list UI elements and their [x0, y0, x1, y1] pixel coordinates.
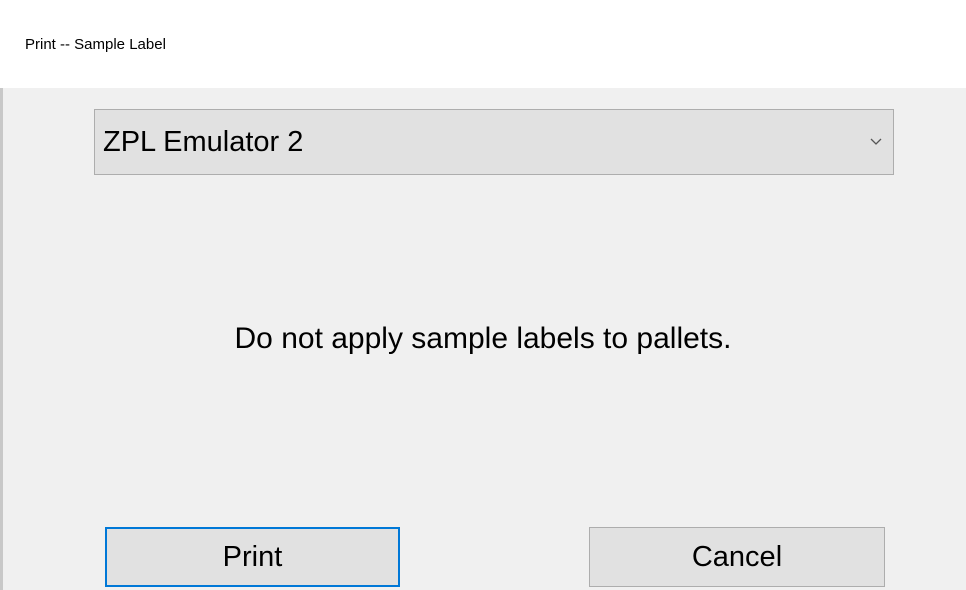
title-bar[interactable]: Print -- Sample Label [0, 0, 966, 88]
printer-select-value: ZPL Emulator 2 [103, 126, 304, 158]
chevron-down-icon[interactable] [869, 134, 883, 148]
print-dialog: Print -- Sample Label ZPL Emulator 2 Do … [0, 0, 966, 590]
print-button[interactable]: Print [105, 527, 400, 587]
printer-select[interactable]: ZPL Emulator 2 [94, 109, 894, 175]
warning-message: Do not apply sample labels to pallets. [234, 322, 732, 355]
window-title: Print -- Sample Label [25, 36, 166, 53]
cancel-button[interactable]: Cancel [589, 527, 885, 587]
